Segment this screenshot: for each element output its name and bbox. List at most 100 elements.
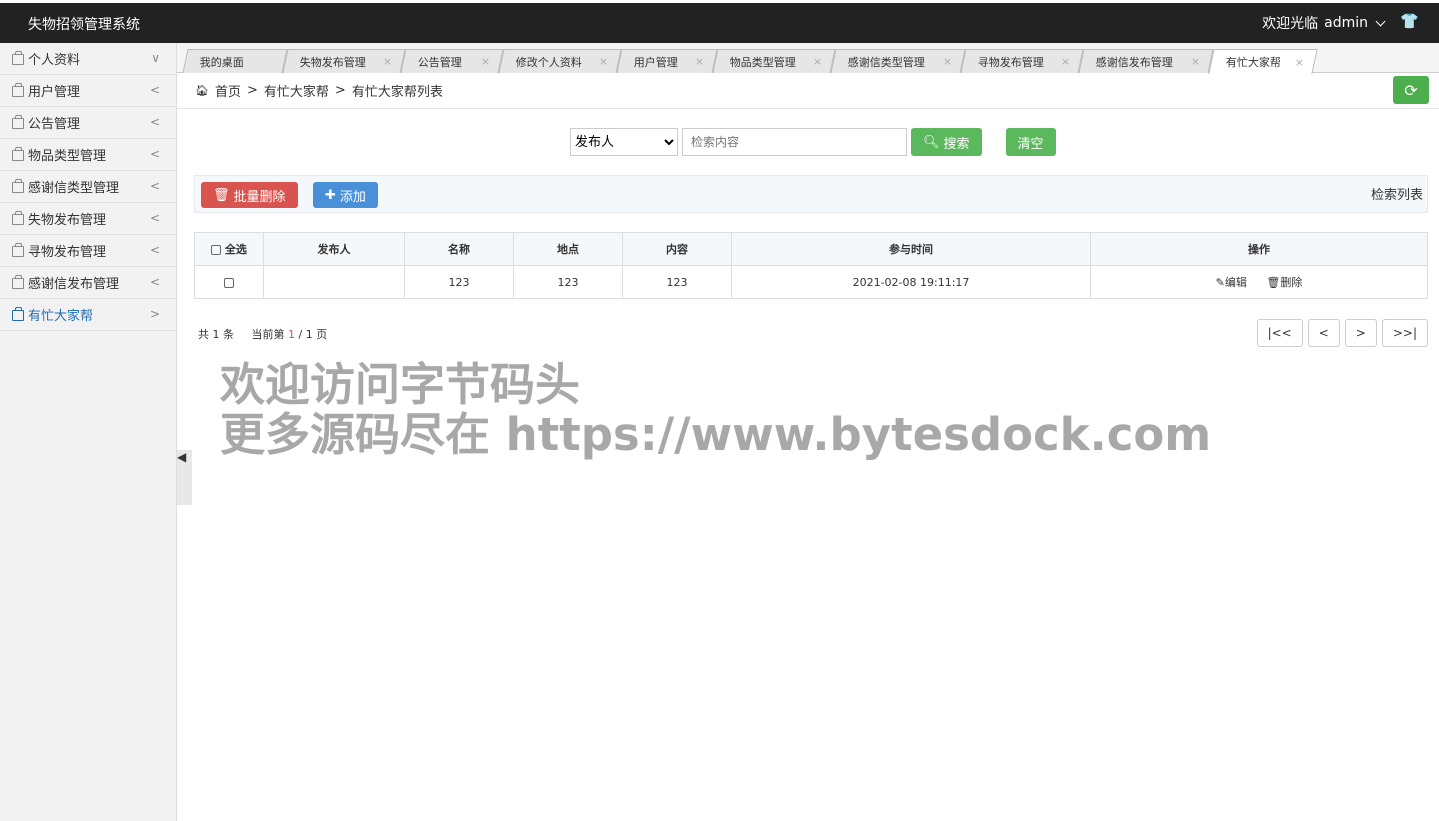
current-page: 1: [287, 328, 295, 341]
header-select-all[interactable]: 全选: [194, 232, 264, 266]
cell-place: 123: [513, 265, 623, 299]
chevron-down-icon: [1375, 16, 1386, 26]
close-icon[interactable]: ×: [1061, 55, 1070, 68]
bag-icon: [12, 83, 24, 97]
breadcrumb-home[interactable]: 首页: [215, 81, 241, 100]
close-icon[interactable]: ×: [599, 55, 608, 68]
bag-icon: [12, 179, 24, 193]
user-menu[interactable]: 欢迎光临 admin: [1262, 13, 1386, 33]
sidebar-item-search-posts[interactable]: 寻物发布管理 <: [0, 235, 176, 267]
page-slash: /: [298, 328, 303, 341]
sidebar-item-letter-posts[interactable]: 感谢信发布管理 <: [0, 267, 176, 299]
close-icon[interactable]: ×: [481, 55, 490, 68]
bag-icon: [12, 211, 24, 225]
close-icon[interactable]: ×: [813, 55, 822, 68]
last-page-button[interactable]: >>|: [1381, 319, 1428, 347]
plus-icon: ✚: [325, 187, 336, 203]
watermark-line2: 更多源码尽在 https://www.bytesdock.com: [220, 408, 1212, 461]
sidebar: 个人资料 ∨ 用户管理 < 公告管理 < 物品类型管理 < 感谢信类型管理 < 失物发布管…: [0, 43, 177, 821]
bag-icon: [12, 275, 24, 289]
add-button[interactable]: ✚ 添加: [313, 182, 378, 208]
tab-label: 修改个人资料: [515, 55, 582, 69]
sidebar-item-label: 感谢信发布管理: [28, 277, 120, 292]
search-input[interactable]: [682, 128, 907, 156]
batch-delete-button[interactable]: 🗑︎ 批量删除: [201, 182, 298, 208]
tab-label: 物品类型管理: [729, 55, 796, 69]
pages-suffix: 页: [316, 328, 328, 341]
tab-users[interactable]: 用户管理 ×: [616, 49, 718, 73]
chevron-left-icon: <: [149, 115, 160, 129]
tab-help[interactable]: 有忙大家帮 ×: [1208, 49, 1318, 74]
chevron-down-icon: ∨: [151, 51, 160, 65]
edit-link[interactable]: ✎编辑: [1216, 276, 1247, 289]
sidebar-item-letter-types[interactable]: 感谢信类型管理 <: [0, 171, 176, 203]
breadcrumb: 🏠︎ 首页 > 有忙大家帮 > 有忙大家帮列表: [177, 73, 1439, 109]
delete-label: 删除: [1280, 276, 1303, 289]
chevron-right-icon: >: [149, 307, 160, 321]
caret-left-icon: ◀: [177, 450, 187, 464]
sidebar-item-profile[interactable]: 个人资料 ∨: [0, 43, 176, 75]
tab-edit-profile[interactable]: 修改个人资料 ×: [498, 49, 622, 73]
clear-button[interactable]: 清空: [1005, 128, 1056, 156]
total-pages: 1: [305, 328, 313, 341]
prev-page-button[interactable]: <: [1307, 319, 1340, 347]
tab-lost-posts[interactable]: 失物发布管理 ×: [282, 49, 406, 73]
first-page-button[interactable]: |<<: [1256, 319, 1303, 347]
tab-item-types[interactable]: 物品类型管理 ×: [712, 49, 836, 73]
tab-letter-posts[interactable]: 感谢信发布管理 ×: [1078, 49, 1214, 73]
sidebar-item-label: 寻物发布管理: [28, 245, 107, 260]
shirt-icon[interactable]: 👕: [1400, 12, 1419, 30]
tab-label: 用户管理: [633, 55, 678, 69]
batch-delete-label: 批量删除: [233, 189, 286, 205]
delete-link[interactable]: 🗑︎删除: [1266, 276, 1302, 289]
sidebar-item-help[interactable]: 有忙大家帮 >: [0, 299, 176, 331]
header-actions: 操作: [1090, 232, 1428, 266]
tab-label: 失物发布管理: [299, 55, 366, 69]
edit-label: 编辑: [1224, 276, 1247, 289]
sidebar-collapse-handle[interactable]: ◀: [177, 450, 192, 505]
search-icon: 🔍︎: [923, 134, 940, 150]
list-label: 检索列表: [1370, 188, 1423, 203]
breadcrumb-level1[interactable]: 有忙大家帮: [264, 81, 329, 100]
close-icon[interactable]: ×: [1295, 56, 1304, 69]
home-icon: 🏠︎: [195, 84, 209, 97]
data-table: 全选 发布人 名称 地点 内容 参与时间 操作 123 123 123 2021…: [194, 232, 1428, 299]
pencil-icon: ✎: [1215, 276, 1225, 289]
refresh-icon: ⟳: [1404, 80, 1418, 100]
tab-search-posts[interactable]: 寻物发布管理 ×: [960, 49, 1084, 73]
tab-notices[interactable]: 公告管理 ×: [400, 49, 504, 73]
add-label: 添加: [339, 189, 366, 205]
pagination: |<< < > >>|: [1256, 319, 1428, 347]
chevron-left-icon: <: [149, 147, 160, 161]
app-title: 失物招领管理系统: [28, 17, 140, 33]
next-page-button[interactable]: >: [1344, 319, 1377, 347]
close-icon[interactable]: ×: [1191, 55, 1200, 68]
breadcrumb-separator: >: [246, 83, 258, 98]
cell-name: 123: [404, 265, 514, 299]
tab-desktop[interactable]: 我的桌面: [182, 49, 288, 73]
sidebar-item-item-types[interactable]: 物品类型管理 <: [0, 139, 176, 171]
bag-icon: [12, 147, 24, 161]
search-field-select[interactable]: 发布人: [570, 128, 678, 156]
cell-publisher: [263, 265, 405, 299]
sidebar-item-users[interactable]: 用户管理 <: [0, 75, 176, 107]
cell-time: 2021-02-08 19:11:17: [731, 265, 1091, 299]
sidebar-item-lost-posts[interactable]: 失物发布管理 <: [0, 203, 176, 235]
close-icon[interactable]: ×: [943, 55, 952, 68]
header-publisher: 发布人: [263, 232, 405, 266]
welcome-text: 欢迎光临: [1262, 16, 1319, 32]
close-icon[interactable]: ×: [383, 55, 392, 68]
breadcrumb-separator: >: [334, 83, 346, 98]
pagination-info: 共 1 条 当前第 1 / 1 页: [198, 326, 327, 342]
sidebar-item-label: 公告管理: [28, 117, 81, 132]
search-button[interactable]: 🔍︎ 搜索: [911, 128, 982, 156]
refresh-button[interactable]: ⟳: [1393, 76, 1429, 104]
tab-letter-types[interactable]: 感谢信类型管理 ×: [830, 49, 966, 73]
trash-icon: 🗑︎: [213, 187, 230, 203]
close-icon[interactable]: ×: [695, 55, 704, 68]
sidebar-item-notices[interactable]: 公告管理 <: [0, 107, 176, 139]
header-time: 参与时间: [731, 232, 1091, 266]
cell-content: 123: [622, 265, 732, 299]
select-all-checkbox[interactable]: [211, 245, 222, 255]
row-checkbox[interactable]: [224, 277, 234, 288]
